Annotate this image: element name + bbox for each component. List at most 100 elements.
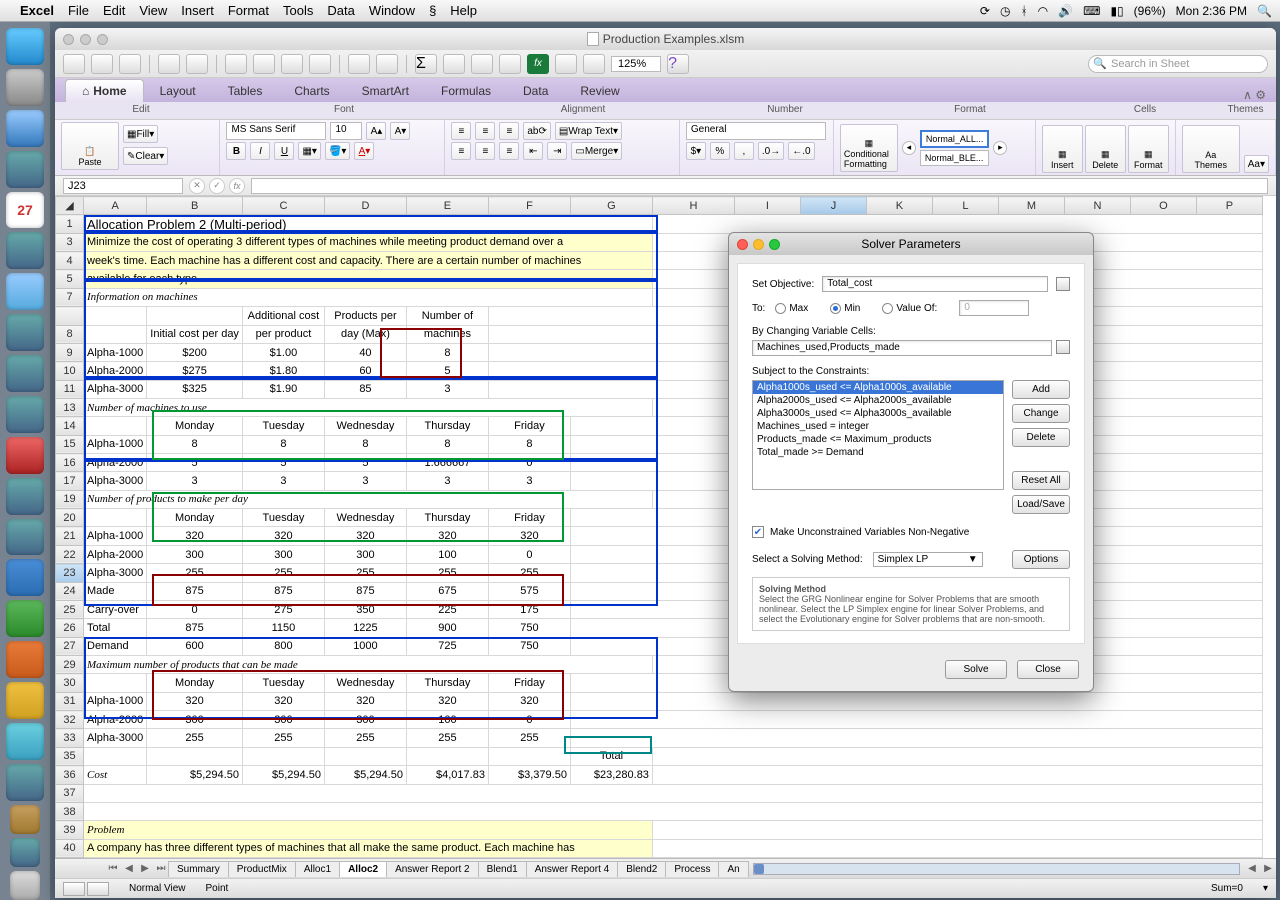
dock-powerpoint-icon[interactable] bbox=[6, 641, 44, 678]
constraint-row[interactable]: Total_made >= Demand bbox=[753, 446, 1003, 459]
wifi-icon[interactable]: ◠ bbox=[1038, 4, 1048, 18]
wrap-text-button[interactable]: ▤ Wrap Text ▾ bbox=[555, 122, 622, 140]
dock-calendar-icon[interactable]: 27 bbox=[6, 192, 44, 229]
constraint-row[interactable]: Machines_used = integer bbox=[753, 420, 1003, 433]
sync-icon[interactable]: ⟳ bbox=[980, 4, 990, 18]
battery-icon[interactable]: ▮▯ bbox=[1110, 4, 1123, 18]
orientation-icon[interactable]: ab⟳ bbox=[523, 122, 551, 140]
toolbox-icon[interactable] bbox=[555, 54, 577, 74]
dock-itunes-icon[interactable] bbox=[6, 273, 44, 310]
name-box[interactable] bbox=[63, 178, 183, 194]
comma-icon[interactable]: , bbox=[734, 142, 754, 160]
menu-help[interactable]: Help bbox=[450, 3, 477, 18]
dock-app1-icon[interactable] bbox=[6, 437, 44, 474]
merge-button[interactable]: ▭ Merge ▾ bbox=[571, 142, 622, 160]
style-normal-all[interactable]: Normal_ALL... bbox=[920, 130, 990, 148]
print-icon[interactable] bbox=[91, 54, 113, 74]
fill-button[interactable]: ▦ Fill ▾ bbox=[123, 125, 158, 143]
insert-cells-button[interactable]: ▦Insert bbox=[1042, 125, 1083, 173]
underline-button[interactable]: U bbox=[274, 142, 294, 160]
radio-valueof[interactable]: Value Of: bbox=[882, 303, 937, 314]
status-resize-icon[interactable]: ▾ bbox=[1263, 883, 1268, 894]
menu-window[interactable]: Window bbox=[369, 3, 415, 18]
tab-tables[interactable]: Tables bbox=[212, 80, 279, 102]
range-picker-icon-2[interactable] bbox=[1056, 340, 1070, 354]
border-button[interactable]: ▦▾ bbox=[298, 142, 320, 160]
tab-data[interactable]: Data bbox=[507, 80, 564, 102]
clock-icon[interactable]: ◷ bbox=[1000, 4, 1010, 18]
theme-aa-icon[interactable]: Aa▾ bbox=[1244, 155, 1269, 173]
shrink-font-icon[interactable]: A▾ bbox=[390, 122, 410, 140]
fx-formula-icon[interactable]: fx bbox=[229, 178, 245, 194]
sort-desc-icon[interactable] bbox=[471, 54, 493, 74]
align-top-icon[interactable]: ≡ bbox=[451, 122, 471, 140]
cancel-formula-icon[interactable]: ✕ bbox=[189, 178, 205, 194]
constraints-list[interactable]: Alpha1000s_used <= Alpha1000s_available … bbox=[752, 380, 1004, 490]
nonneg-checkbox[interactable]: ✔ bbox=[752, 526, 764, 538]
menu-view[interactable]: View bbox=[139, 3, 167, 18]
page-layout-view-icon[interactable] bbox=[87, 882, 109, 896]
dock-ichat-icon[interactable] bbox=[6, 151, 44, 188]
dock-excel-icon[interactable] bbox=[6, 600, 44, 637]
app-name[interactable]: Excel bbox=[20, 3, 54, 18]
format-cells-button[interactable]: ▦Format bbox=[1128, 125, 1169, 173]
delete-cells-button[interactable]: ▦Delete bbox=[1085, 125, 1126, 173]
menu-insert[interactable]: Insert bbox=[181, 3, 214, 18]
minimize-window-icon[interactable] bbox=[80, 34, 91, 45]
sheet-tab-alloc2[interactable]: Alloc2 bbox=[339, 861, 387, 877]
dock-dashboard-icon[interactable] bbox=[6, 69, 44, 106]
show-hide-icon[interactable] bbox=[583, 54, 605, 74]
conditional-formatting-button[interactable]: ▦Conditional Formatting bbox=[840, 124, 898, 172]
sheet-tab-process[interactable]: Process bbox=[665, 861, 719, 877]
solver-minimize-icon[interactable] bbox=[753, 239, 764, 250]
cut-icon[interactable] bbox=[225, 54, 247, 74]
font-name-dropdown[interactable]: MS Sans Serif bbox=[226, 122, 326, 140]
solving-method-dropdown[interactable]: Simplex LP▼ bbox=[873, 552, 983, 567]
open-icon[interactable] bbox=[119, 54, 141, 74]
menu-tools[interactable]: Tools bbox=[283, 3, 313, 18]
italic-button[interactable]: I bbox=[250, 142, 270, 160]
inc-decimal-icon[interactable]: .0→ bbox=[758, 142, 784, 160]
delete-constraint-button[interactable]: Delete bbox=[1012, 428, 1070, 447]
sheet-tab-answer4[interactable]: Answer Report 4 bbox=[526, 861, 618, 877]
zoom-window-icon[interactable] bbox=[97, 34, 108, 45]
search-in-sheet-input[interactable]: Search in Sheet bbox=[1088, 55, 1268, 73]
paste-icon[interactable] bbox=[281, 54, 303, 74]
valueof-input[interactable]: 0 bbox=[959, 300, 1029, 316]
tab-nav-last-icon[interactable]: ⏭ bbox=[153, 863, 169, 874]
autosum-icon[interactable]: Σ bbox=[415, 54, 437, 74]
dock-folder-icon[interactable] bbox=[10, 805, 40, 834]
dock-safari-icon[interactable] bbox=[6, 110, 44, 147]
menu-script[interactable]: § bbox=[429, 3, 436, 18]
constraint-row[interactable]: Alpha1000s_used <= Alpha1000s_available bbox=[753, 381, 1003, 394]
align-left-icon[interactable]: ≡ bbox=[451, 142, 471, 160]
sheet-tab-productmix[interactable]: ProductMix bbox=[228, 861, 296, 877]
close-solver-button[interactable]: Close bbox=[1017, 660, 1079, 679]
select-all-corner[interactable]: ◢ bbox=[56, 197, 84, 215]
change-constraint-button[interactable]: Change bbox=[1012, 404, 1070, 423]
sheet-tab-alloc1[interactable]: Alloc1 bbox=[295, 861, 340, 877]
fx-icon[interactable]: fx bbox=[527, 54, 549, 74]
sheet-tab-summary[interactable]: Summary bbox=[168, 861, 229, 877]
style-prev-icon[interactable]: ◂ bbox=[902, 141, 916, 155]
normal-view-icon[interactable] bbox=[63, 882, 85, 896]
percent-icon[interactable]: % bbox=[710, 142, 730, 160]
tab-charts[interactable]: Charts bbox=[278, 80, 345, 102]
clear-button[interactable]: ✎ Clear ▾ bbox=[123, 147, 168, 165]
dec-decimal-icon[interactable]: ←.0 bbox=[788, 142, 814, 160]
menu-file[interactable]: File bbox=[68, 3, 89, 18]
tab-review[interactable]: Review bbox=[564, 80, 635, 102]
accept-formula-icon[interactable]: ✓ bbox=[209, 178, 225, 194]
dock-messenger-icon[interactable] bbox=[6, 764, 44, 801]
bluetooth-icon[interactable]: ᚼ bbox=[1020, 4, 1027, 18]
style-next-icon[interactable]: ▸ bbox=[993, 141, 1007, 155]
set-objective-input[interactable]: Total_cost bbox=[822, 276, 1048, 292]
paste-button[interactable]: 📋Paste bbox=[61, 122, 119, 170]
grow-font-icon[interactable]: A▴ bbox=[366, 122, 386, 140]
save-icon[interactable] bbox=[63, 54, 85, 74]
radio-min[interactable]: Min bbox=[830, 303, 860, 314]
tab-home[interactable]: ⌂Home bbox=[65, 79, 144, 102]
indent-inc-icon[interactable]: ⇥ bbox=[547, 142, 567, 160]
sheet-tab-blend2[interactable]: Blend2 bbox=[617, 861, 666, 877]
close-window-icon[interactable] bbox=[63, 34, 74, 45]
